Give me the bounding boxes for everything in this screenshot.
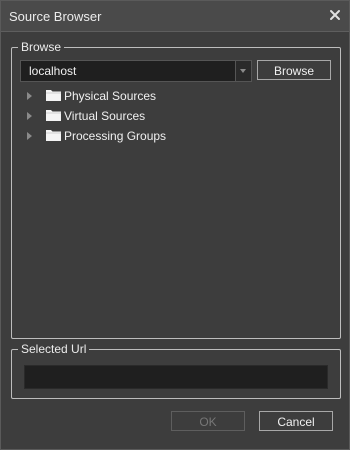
selected-url-legend: Selected Url — [18, 342, 90, 356]
browse-legend: Browse — [18, 40, 65, 54]
tree-item-label: Processing Groups — [64, 129, 167, 143]
folder-icon — [46, 89, 61, 101]
chevron-down-icon — [240, 69, 246, 73]
host-value: localhost — [29, 64, 77, 78]
browse-button[interactable]: Browse — [257, 60, 331, 80]
selected-url-field[interactable] — [24, 365, 328, 389]
title-bar: Source Browser — [1, 1, 349, 32]
tree-item-physical-sources[interactable]: Physical Sources — [22, 86, 322, 106]
host-combobox[interactable]: localhost — [20, 60, 252, 82]
source-browser-dialog: Source Browser Browse localhost Browse P… — [0, 0, 350, 450]
tree-item-label: Virtual Sources — [64, 109, 146, 123]
close-icon[interactable] — [327, 7, 343, 23]
tree-item-virtual-sources[interactable]: Virtual Sources — [22, 106, 322, 126]
folder-icon — [46, 129, 61, 141]
triangle-right-icon[interactable] — [27, 112, 32, 120]
selected-url-group: Selected Url — [11, 342, 341, 399]
folder-icon — [46, 109, 61, 121]
tree-item-processing-groups[interactable]: Processing Groups — [22, 126, 322, 146]
ok-button[interactable]: OK — [171, 411, 245, 431]
triangle-right-icon[interactable] — [27, 92, 32, 100]
cancel-button[interactable]: Cancel — [259, 411, 333, 431]
tree-item-label: Physical Sources — [64, 89, 157, 103]
source-tree: Physical Sources Virtual Sources Process… — [22, 86, 322, 146]
browse-group: Browse localhost Browse Physical Sources — [11, 40, 341, 339]
window-title: Source Browser — [9, 9, 102, 24]
triangle-right-icon[interactable] — [27, 132, 32, 140]
dropdown-button[interactable] — [235, 61, 251, 81]
